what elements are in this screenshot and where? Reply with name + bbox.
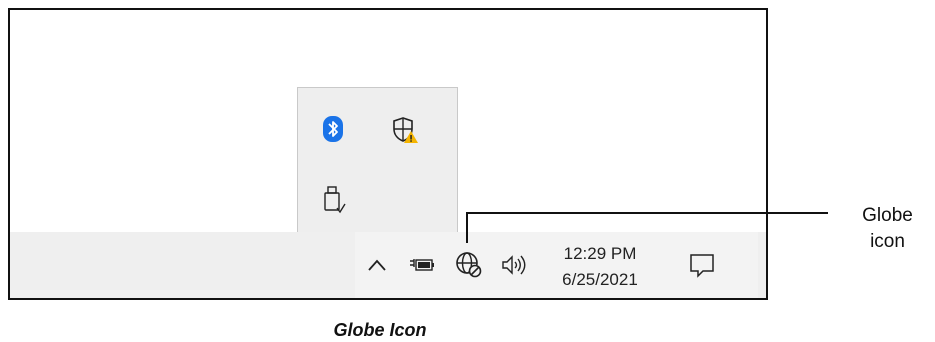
- bluetooth-icon[interactable]: [318, 114, 348, 144]
- battery-charging-icon[interactable]: [405, 250, 439, 280]
- callout-label: Globe icon: [845, 203, 930, 255]
- action-center-icon[interactable]: [685, 248, 719, 282]
- screenshot-frame: 12:29 PM 6/25/2021: [8, 8, 768, 300]
- windows-security-warning-icon[interactable]: [388, 114, 422, 146]
- clock-time: 12:29 PM: [563, 244, 637, 263]
- figure-caption: Globe Icon: [333, 320, 427, 340]
- taskbar: 12:29 PM 6/25/2021: [10, 232, 766, 298]
- clock-date: 6/25/2021: [562, 270, 638, 289]
- callout-line-vertical: [466, 213, 468, 243]
- globe-network-icon[interactable]: [452, 248, 486, 282]
- callout-label-line1: Globe: [862, 205, 913, 226]
- taskbar-clock[interactable]: 12:29 PM 6/25/2021: [545, 241, 655, 293]
- chevron-up-icon[interactable]: [362, 250, 392, 280]
- speaker-volume-icon[interactable]: [498, 250, 530, 280]
- usb-safely-remove-icon[interactable]: [318, 184, 350, 216]
- callout-line-horizontal: [466, 212, 828, 214]
- callout-label-line2: icon: [870, 231, 905, 252]
- hidden-icons-flyout: [297, 87, 458, 240]
